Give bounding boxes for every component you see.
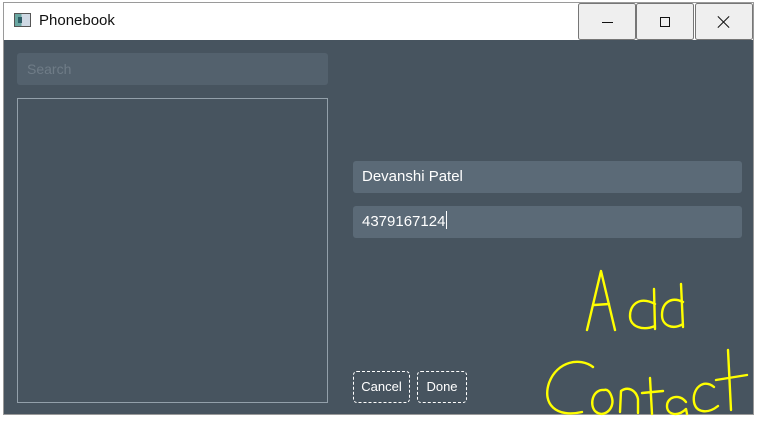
minimize-button[interactable]: [578, 3, 636, 40]
phone-field[interactable]: 4379167124: [353, 206, 742, 238]
name-value: Devanshi Patel: [362, 168, 463, 185]
window-app-icon: [14, 13, 31, 27]
minimize-icon: [601, 21, 613, 23]
close-button[interactable]: [695, 3, 753, 40]
contact-list[interactable]: [17, 98, 328, 403]
title-bar[interactable]: Phonebook: [4, 3, 753, 40]
done-button[interactable]: Done: [417, 371, 467, 403]
maximize-icon: [660, 16, 670, 27]
maximize-button[interactable]: [636, 3, 694, 40]
cancel-button[interactable]: Cancel: [353, 371, 410, 403]
name-field[interactable]: Devanshi Patel: [353, 161, 742, 193]
window-title: Phonebook: [39, 12, 115, 29]
client-area: Devanshi Patel 4379167124 Cancel Done: [4, 40, 753, 414]
phone-value: 4379167124: [362, 213, 446, 230]
phonebook-window: Phonebook Devanshi Patel 4379167124 Canc…: [3, 2, 754, 415]
close-icon: [717, 15, 731, 29]
text-caret: [446, 211, 448, 229]
search-input[interactable]: [17, 53, 328, 85]
